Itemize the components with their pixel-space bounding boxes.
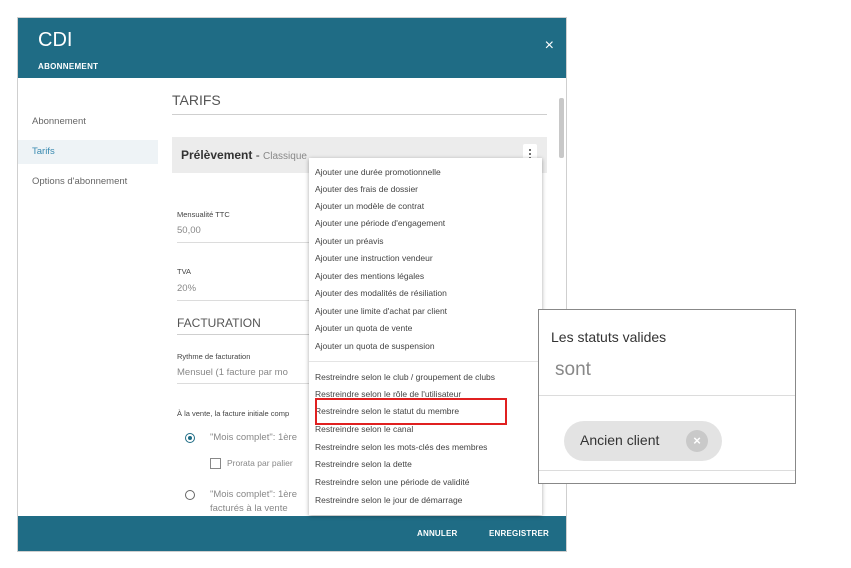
options-dropdown-menu: Ajouter une durée promotionnelle Ajouter… [309,158,542,515]
menu-item[interactable]: Ajouter une instruction vendeur [315,253,433,263]
field-underline [177,242,327,243]
radio-option-2-label: "Mois complet": 1ère [210,489,297,500]
dialog-footer: ANNULER ENREGISTRER [18,516,566,551]
status-chip: Ancien client × [564,421,722,461]
tva-label: TVA [177,267,192,276]
menu-item[interactable]: Ajouter un quota de vente [315,323,412,333]
menu-item[interactable]: Ajouter un préavis [315,236,384,246]
menu-item[interactable]: Restreindre selon la dette [315,459,412,469]
menu-item[interactable]: Restreindre selon le canal [315,424,413,434]
tva-select[interactable]: 20% [177,283,196,294]
operator-select[interactable]: sont [555,359,591,381]
mensualite-label: Mensualité TTC [177,210,230,219]
menu-item[interactable]: Ajouter une période d'engagement [315,218,445,228]
field-underline [539,395,795,396]
menu-item[interactable]: Restreindre selon le club / groupement d… [315,372,495,382]
menu-item[interactable]: Ajouter des mentions légales [315,271,424,281]
menu-item[interactable]: Ajouter des modalités de résiliation [315,288,447,298]
radio-option-1[interactable] [185,433,195,443]
sidebar-item-options[interactable]: Options d'abonnement [18,170,158,194]
section-title-tarifs: TARIFS [172,92,221,108]
menu-item[interactable]: Ajouter des frais de dossier [315,184,418,194]
dialog-subtitle: ABONNEMENT [38,62,99,71]
dialog-header: CDI ABONNEMENT × [18,18,566,78]
remove-chip-icon[interactable]: × [686,430,708,452]
radio-option-1-label: "Mois complet": 1ère [210,432,297,443]
highlight-box [315,398,507,425]
prorata-checkbox[interactable] [210,458,221,469]
status-chip-label: Ancien client [580,432,660,448]
section-title-facturation: FACTURATION [177,316,261,330]
mensualite-input[interactable]: 50,00 [177,225,201,236]
menu-item[interactable]: Restreindre selon le jour de démarrage [315,495,462,505]
rythme-label: Rythme de facturation [177,352,251,361]
prorata-label: Prorata par palier [227,458,293,468]
radio-option-2-label-line2: facturés à la vente [210,503,288,514]
sidebar: Abonnement Tarifs Options d'abonnement [18,78,163,516]
scrollbar[interactable] [559,98,564,158]
radio-option-2[interactable] [185,490,195,500]
menu-item[interactable]: Ajouter un modèle de contrat [315,201,424,211]
sidebar-item-abonnement[interactable]: Abonnement [18,110,158,134]
statuts-label: Les statuts valides [551,329,667,345]
field-underline [177,383,327,384]
cancel-button[interactable]: ANNULER [417,529,458,538]
dialog-title: CDI [38,29,73,51]
menu-item[interactable]: Ajouter une durée promotionnelle [315,167,441,177]
divider [177,334,327,335]
field-underline [177,300,327,301]
zoom-callout-panel: Les statuts valides sont Ancien client × [538,309,796,484]
field-underline [539,470,795,471]
divider [172,114,547,115]
sidebar-item-tarifs[interactable]: Tarifs [18,140,158,164]
save-button[interactable]: ENREGISTRER [489,529,549,538]
menu-divider [309,361,542,362]
vente-label: À la vente, la facture initiale comp [177,409,290,418]
rythme-select[interactable]: Mensuel (1 facture par mo [177,367,288,378]
close-icon[interactable]: × [545,38,554,54]
tariff-card-title: Prélèvement - Classique [181,148,307,162]
menu-item[interactable]: Ajouter une limite d'achat par client [315,306,447,316]
menu-item[interactable]: Ajouter un quota de suspension [315,341,435,351]
menu-item[interactable]: Restreindre selon une période de validit… [315,477,470,487]
menu-item[interactable]: Restreindre selon les mots-clés des memb… [315,442,487,452]
